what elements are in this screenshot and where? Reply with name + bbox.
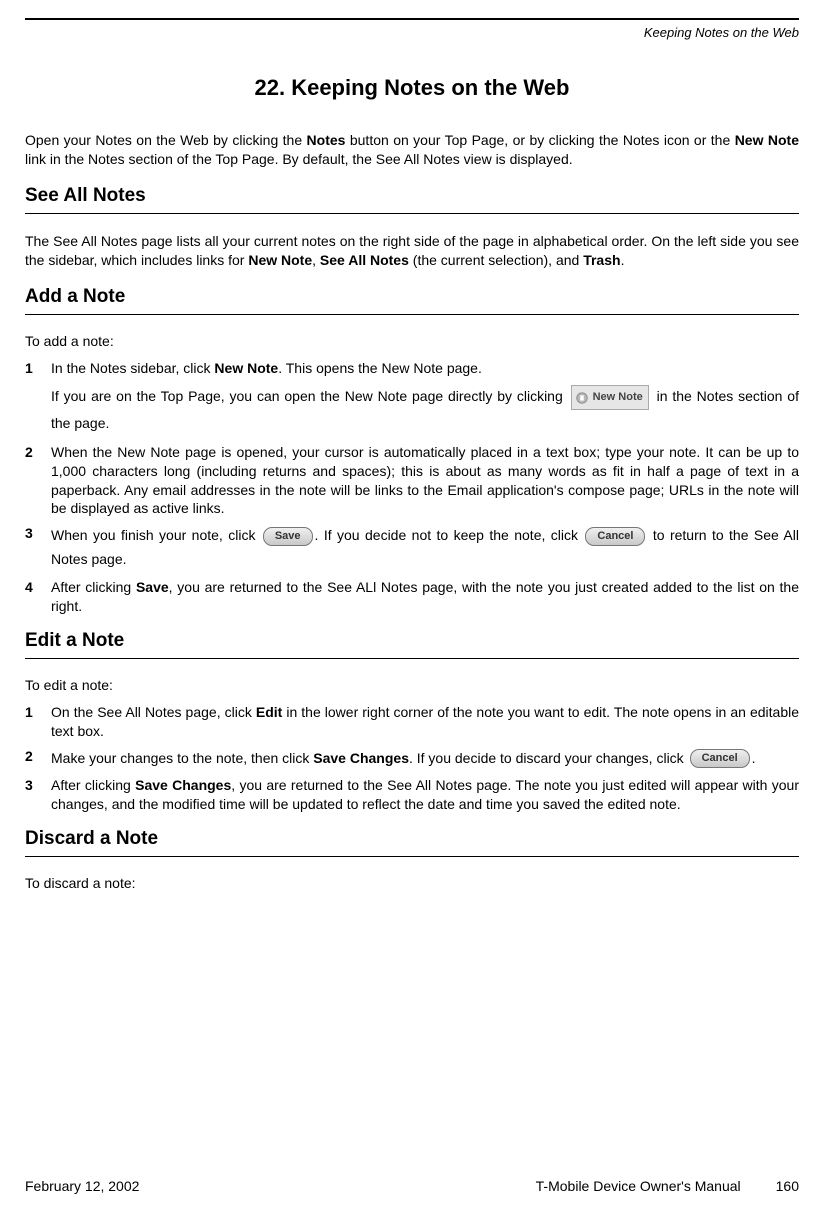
bold-text: New Note <box>214 360 278 376</box>
cancel-button[interactable]: Cancel <box>585 527 645 546</box>
notes-icon <box>575 391 589 405</box>
text: Open your Notes on the Web by clicking t… <box>25 132 307 148</box>
text: After clicking <box>51 777 135 793</box>
chapter-title: 22. Keeping Notes on the Web <box>25 75 799 101</box>
step-text: On the See All Notes page, click Edit in… <box>51 703 799 741</box>
text: If you are on the Top Page, you can open… <box>51 388 568 404</box>
add-intro: To add a note: <box>25 333 799 349</box>
step-number: 3 <box>25 524 36 572</box>
cancel-button[interactable]: Cancel <box>690 749 750 768</box>
intro-paragraph: Open your Notes on the Web by clicking t… <box>25 131 799 169</box>
step-row: 1 In the Notes sidebar, click New Note. … <box>25 359 799 437</box>
step-number: 1 <box>25 703 36 741</box>
bold-text: Save <box>136 579 169 595</box>
step-text: Make your changes to the note, then clic… <box>51 747 799 771</box>
step-number: 3 <box>25 776 36 814</box>
section-edit-note: Edit a Note <box>25 630 799 659</box>
step-number: 2 <box>25 747 36 771</box>
step-text: After clicking Save Changes, you are ret… <box>51 776 799 814</box>
bold-text: Trash <box>583 252 620 268</box>
page-footer: February 12, 2002 T-Mobile Device Owner'… <box>25 1178 799 1194</box>
step-text: After clicking Save, you are returned to… <box>51 578 799 616</box>
text: . This opens the New Note page. <box>278 360 482 376</box>
step-row: 4 After clicking Save, you are returned … <box>25 578 799 616</box>
text: Make your changes to the note, then clic… <box>51 750 313 766</box>
text: button on your Top Page, or by clicking … <box>345 132 734 148</box>
bold-text: See All Notes <box>320 252 409 268</box>
text: . <box>752 750 756 766</box>
discard-intro: To discard a note: <box>25 875 799 891</box>
step-text: When you finish your note, click Save. I… <box>51 524 799 572</box>
footer-date: February 12, 2002 <box>25 1178 139 1194</box>
step-row: 3 After clicking Save Changes, you are r… <box>25 776 799 814</box>
footer-page-number: 160 <box>776 1178 799 1194</box>
step-number: 4 <box>25 578 36 616</box>
new-note-button-label: New Note <box>593 387 643 408</box>
step-text: In the Notes sidebar, click New Note. Th… <box>51 359 799 437</box>
step-text: When the New Note page is opened, your c… <box>51 443 799 519</box>
text: After clicking <box>51 579 136 595</box>
bold-text: Save Changes <box>135 777 231 793</box>
bold-text: Edit <box>256 704 282 720</box>
text: On the See All Notes page, click <box>51 704 256 720</box>
save-button[interactable]: Save <box>263 527 313 546</box>
step-number: 2 <box>25 443 36 519</box>
text: , <box>312 252 320 268</box>
section-add-note: Add a Note <box>25 286 799 315</box>
new-note-button[interactable]: New Note <box>571 385 649 410</box>
step-row: 3 When you finish your note, click Save.… <box>25 524 799 572</box>
section-discard-note: Discard a Note <box>25 828 799 857</box>
step-row: 2 When the New Note page is opened, your… <box>25 443 799 519</box>
running-header: Keeping Notes on the Web <box>25 25 799 40</box>
text: . If you decide to discard your changes,… <box>409 750 688 766</box>
step-number: 1 <box>25 359 36 437</box>
text: In the Notes sidebar, click <box>51 360 214 376</box>
new-note-label: New Note <box>735 132 799 148</box>
footer-manual-title: T-Mobile Device Owner's Manual <box>536 1178 741 1194</box>
text: link in the Notes section of the Top Pag… <box>25 151 573 167</box>
text: . If you decide not to keep the note, cl… <box>315 527 584 543</box>
notes-label: Notes <box>307 132 346 148</box>
top-rule <box>25 18 799 20</box>
bold-text: Save Changes <box>313 750 409 766</box>
text: . <box>621 252 625 268</box>
section-see-all-notes: See All Notes <box>25 185 799 214</box>
edit-intro: To edit a note: <box>25 677 799 693</box>
step-row: 1 On the See All Notes page, click Edit … <box>25 703 799 741</box>
bold-text: New Note <box>248 252 312 268</box>
text: When you finish your note, click <box>51 527 261 543</box>
see-all-paragraph: The See All Notes page lists all your cu… <box>25 232 799 270</box>
text: (the current selection), and <box>409 252 583 268</box>
step-row: 2 Make your changes to the note, then cl… <box>25 747 799 771</box>
